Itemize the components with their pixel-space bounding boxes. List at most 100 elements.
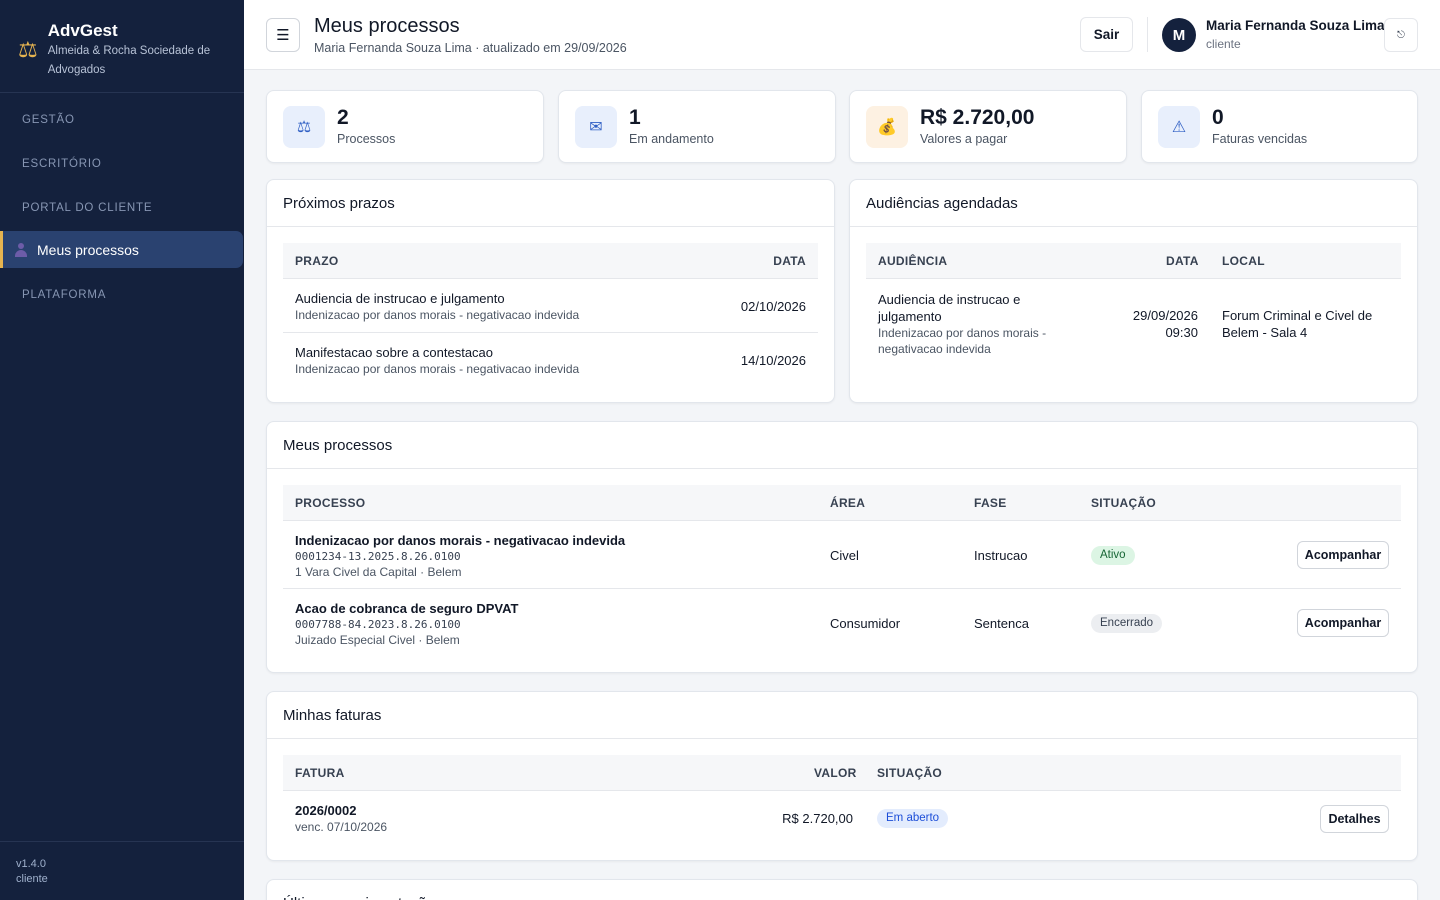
table-row[interactable]: Acao de cobranca de seguro DPVAT 0007788… <box>283 589 1401 657</box>
panel-ultimas-movimentacoes: Últimas movimentações <box>266 879 1418 900</box>
panel-meus-processos: Meus processos PROCESSO ÁREA FASE SITUAÇ… <box>266 421 1418 673</box>
status-badge: Em aberto <box>877 809 949 828</box>
audiencia-time: 09:30 <box>1165 325 1198 340</box>
stat-card-valores: 💰 R$ 2.720,00 Valores a pagar <box>849 90 1127 163</box>
nav-section-gestao[interactable]: GESTÃO <box>0 93 244 137</box>
table-header: AUDIÊNCIA DATA LOCAL <box>866 243 1401 279</box>
user-role: cliente <box>1206 37 1241 51</box>
audiencia-datetime: 29/09/2026 09:30 <box>1106 307 1198 341</box>
stat-value: R$ 2.720,00 <box>920 106 1035 129</box>
column-header-fatura: FATURA <box>295 766 345 780</box>
table-row[interactable]: Indenizacao por danos morais - negativac… <box>283 521 1401 589</box>
settings-icon: ⎋ <box>1397 29 1405 41</box>
panel-audiencias-agendadas: Audiências agendadas AUDIÊNCIA DATA LOCA… <box>849 179 1418 403</box>
stat-value: 1 <box>629 106 641 129</box>
stat-card-processos: ⚖ 2 Processos <box>266 90 544 163</box>
audiencia-process-line: Indenizacao por danos morais - <box>878 326 1047 340</box>
fatura-value: R$ 2.720,00 <box>782 811 853 826</box>
prazo-date: 14/10/2026 <box>740 353 806 368</box>
warning-icon: ⚠ <box>1158 106 1200 148</box>
table-header: FATURA VALOR SITUAÇÃO <box>283 755 1401 791</box>
acompanhar-button[interactable]: Acompanhar <box>1297 609 1389 637</box>
nav-section-plataforma[interactable]: PLATAFORMA <box>0 268 244 312</box>
page-title: Meus processos <box>314 15 460 37</box>
audiencias-table: AUDIÊNCIA DATA LOCAL Audiencia de instru… <box>866 243 1401 369</box>
stat-value: 0 <box>1212 106 1224 129</box>
table-row[interactable]: Audiencia de instrucao e julgamento Inde… <box>283 279 818 333</box>
prazo-process: Indenizacao por danos morais - negativac… <box>295 362 580 376</box>
brand-name: AdvGest <box>47 21 118 40</box>
audiencia-process-line: negativacao indevida <box>878 342 991 356</box>
status-badge: Encerrado <box>1091 614 1163 633</box>
app-version: v1.4.0 <box>16 858 46 870</box>
column-header-processo: PROCESSO <box>295 496 366 510</box>
sidebar-item-meus-processos[interactable]: Meus processos <box>0 231 243 268</box>
sidebar-footer: v1.4.0 cliente <box>0 841 244 900</box>
panel-minhas-faturas: Minhas faturas FATURA VALOR SITUAÇÃO 202… <box>266 691 1418 861</box>
stat-card-em-andamento: ✉ 1 Em andamento <box>558 90 836 163</box>
logout-button[interactable]: Sair <box>1080 17 1133 52</box>
table-header: PRAZO DATA <box>283 243 818 279</box>
settings-button[interactable]: ⎋ <box>1384 18 1418 52</box>
prazo-title: Manifestacao sobre a contestacao <box>295 345 494 360</box>
prazo-process: Indenizacao por danos morais - negativac… <box>295 308 580 322</box>
sidebar-item-label: Meus processos <box>37 241 139 258</box>
hamburger-icon: ☰ <box>276 27 290 44</box>
column-header-local: LOCAL <box>1222 254 1265 268</box>
column-header-fase: FASE <box>974 496 1007 510</box>
processo-number: 0007788-84.2023.8.26.0100 <box>295 618 461 631</box>
panel-title: Próximos prazos <box>267 180 834 227</box>
table-row[interactable]: Manifestacao sobre a contestacao Indeniz… <box>283 333 818 387</box>
audiencia-local-line: Belem - Sala 4 <box>1222 325 1308 340</box>
fatura-id: 2026/0002 <box>295 803 357 818</box>
processo-area: Consumidor <box>830 616 901 631</box>
scales-icon: ⚖ <box>18 37 38 62</box>
prazo-date: 02/10/2026 <box>740 299 806 314</box>
panel-title: Últimas movimentações <box>267 880 1417 900</box>
faturas-table: FATURA VALOR SITUAÇÃO 2026/0002 venc. 07… <box>283 755 1401 847</box>
prazos-table: PRAZO DATA Audiencia de instrucao e julg… <box>283 243 818 387</box>
menu-toggle-button[interactable]: ☰ <box>266 18 300 52</box>
avatar[interactable]: M <box>1162 18 1196 52</box>
table-row[interactable]: 2026/0002 venc. 07/10/2026 R$ 2.720,00 E… <box>283 791 1401 847</box>
person-icon <box>15 242 27 257</box>
top-header: ☰ Meus processos Maria Fernanda Souza Li… <box>244 0 1440 70</box>
table-row[interactable]: Audiencia de instrucao e julgamento Inde… <box>866 279 1401 369</box>
processo-court: Juizado Especial Civel · Belem <box>295 633 460 647</box>
panel-proximos-prazos: Próximos prazos PRAZO DATA Audiencia de … <box>266 179 835 403</box>
fatura-due-date: venc. 07/10/2026 <box>295 820 388 834</box>
user-name: Maria Fernanda Souza Lima <box>1206 18 1385 33</box>
sidebar-role: cliente <box>16 873 48 885</box>
sidebar: ⚖ AdvGest Almeida & Rocha Sociedade de A… <box>0 0 244 900</box>
scales-icon: ⚖ <box>283 106 325 148</box>
processos-table: PROCESSO ÁREA FASE SITUAÇÃO Indenizacao … <box>283 485 1401 657</box>
envelope-icon: ✉ <box>575 106 617 148</box>
detalhes-button[interactable]: Detalhes <box>1320 805 1389 833</box>
audiencia-title: Audiencia de instrucao e julgamento <box>878 291 1020 325</box>
column-header-area: ÁREA <box>830 496 866 510</box>
column-header-valor: VALOR <box>814 766 857 780</box>
audiencia-local-line: Forum Criminal e Civel de <box>1222 308 1373 323</box>
stat-card-faturas-vencidas: ⚠ 0 Faturas vencidas <box>1141 90 1418 163</box>
status-badge: Ativo <box>1091 546 1135 565</box>
audiencia-title-line: Audiencia de instrucao e <box>878 292 1021 307</box>
audiencia-process: Indenizacao por danos morais - negativac… <box>878 325 1046 357</box>
nav-section-escritorio[interactable]: ESCRITÓRIO <box>0 137 244 181</box>
nav-section-portal[interactable]: PORTAL DO CLIENTE <box>0 181 244 225</box>
table-header: PROCESSO ÁREA FASE SITUAÇÃO <box>283 485 1401 521</box>
prazo-title: Audiencia de instrucao e julgamento <box>295 291 505 306</box>
stat-label: Em andamento <box>629 132 714 146</box>
page-subtitle: Maria Fernanda Souza Lima · atualizado e… <box>314 41 627 55</box>
audiencia-date: 29/09/2026 <box>1132 308 1198 323</box>
column-header-data: DATA <box>1166 254 1199 268</box>
processo-title: Acao de cobranca de seguro DPVAT <box>295 601 519 616</box>
processo-area: Civel <box>830 548 859 563</box>
panel-title: Meus processos <box>267 422 1417 469</box>
panel-title: Minhas faturas <box>267 692 1417 739</box>
column-header-situacao: SITUAÇÃO <box>877 766 943 780</box>
audiencia-local: Forum Criminal e Civel de Belem - Sala 4 <box>1222 307 1372 341</box>
acompanhar-button[interactable]: Acompanhar <box>1297 541 1389 569</box>
stat-label: Processos <box>337 132 396 146</box>
column-header-prazo: PRAZO <box>295 254 339 268</box>
processo-court: 1 Vara Civel da Capital · Belem <box>295 565 462 579</box>
